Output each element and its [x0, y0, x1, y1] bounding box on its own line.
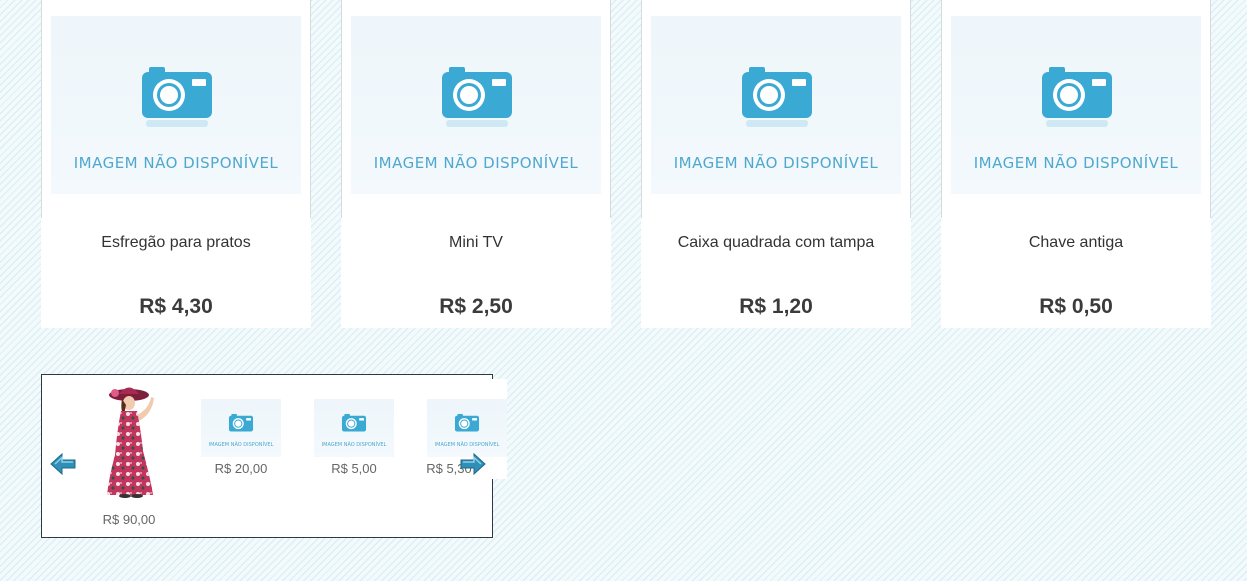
product-image[interactable]: IMAGEM NÃO DISPONÍVEL [341, 0, 611, 219]
product-price: R$ 0,50 [1039, 295, 1113, 318]
image-placeholder[interactable]: IMAGEM NÃO DISPONÍVEL [201, 399, 281, 457]
carousel-item[interactable]: IMAGEM NÃO DISPONÍVEL R$ 5,00 [314, 399, 394, 479]
product-image[interactable]: IMAGEM NÃO DISPONÍVEL [941, 0, 1211, 219]
product-name[interactable]: Mini TV [341, 234, 611, 252]
image-placeholder[interactable]: IMAGEM NÃO DISPONÍVEL [314, 399, 394, 457]
placeholder-label: IMAGEM NÃO DISPONÍVEL [973, 154, 1179, 172]
camera-icon [228, 414, 254, 432]
product-name[interactable]: Chave antiga [941, 234, 1211, 252]
product-name[interactable]: Esfregão para pratos [41, 234, 311, 252]
product-info: Chave antiga R$ 0,50 [941, 218, 1211, 328]
product-card[interactable]: IMAGEM NÃO DISPONÍVEL Esfregão para prat… [41, 0, 311, 328]
placeholder-label: IMAGEM NÃO DISPONÍVEL [673, 154, 879, 172]
carousel-price: R$ 90,00 [102, 512, 156, 527]
placeholder-label: IMAGEM NÃO DISPONÍVEL [208, 442, 274, 448]
product-name[interactable]: Caixa quadrada com tampa [641, 234, 911, 252]
camera-icon [454, 414, 480, 432]
camera-icon [1042, 67, 1112, 127]
placeholder-label: IMAGEM NÃO DISPONÍVEL [321, 442, 387, 448]
placeholder-label: IMAGEM NÃO DISPONÍVEL [434, 442, 500, 448]
image-placeholder: IMAGEM NÃO DISPONÍVEL [951, 16, 1201, 194]
doll-photo[interactable] [95, 381, 163, 499]
carousel-price: R$ 20,00 [214, 461, 268, 476]
camera-icon [742, 67, 812, 127]
product-carousel: R$ 90,00 IMAGEM NÃO DISPONÍVEL R$ 20,00 [41, 374, 507, 538]
product-price: R$ 2,50 [439, 295, 513, 318]
product-card[interactable]: IMAGEM NÃO DISPONÍVEL Caixa quadrada com… [641, 0, 911, 328]
arrow-left-icon [50, 452, 76, 476]
carousel-price: R$ 5,00 [331, 461, 377, 476]
placeholder-label: IMAGEM NÃO DISPONÍVEL [73, 154, 279, 172]
carousel-item[interactable]: R$ 90,00 [95, 381, 163, 527]
image-placeholder[interactable]: IMAGEM NÃO DISPONÍVEL [427, 399, 507, 457]
camera-icon [442, 67, 512, 127]
image-placeholder: IMAGEM NÃO DISPONÍVEL [351, 16, 601, 194]
placeholder-label: IMAGEM NÃO DISPONÍVEL [373, 154, 579, 172]
camera-icon [341, 414, 367, 432]
product-card[interactable]: IMAGEM NÃO DISPONÍVEL Chave antiga R$ 0,… [941, 0, 1211, 328]
arrow-right-icon [460, 452, 486, 476]
product-info: Esfregão para pratos R$ 4,30 [41, 218, 311, 328]
product-card[interactable]: IMAGEM NÃO DISPONÍVEL Mini TV R$ 2,50 [341, 0, 611, 328]
product-price: R$ 4,30 [139, 295, 213, 318]
product-image[interactable]: IMAGEM NÃO DISPONÍVEL [41, 0, 311, 219]
carousel-next-button[interactable] [459, 452, 487, 476]
image-placeholder: IMAGEM NÃO DISPONÍVEL [651, 16, 901, 194]
product-price: R$ 1,20 [739, 295, 813, 318]
carousel-prev-button[interactable] [49, 452, 77, 476]
product-info: Mini TV R$ 2,50 [341, 218, 611, 328]
camera-icon [142, 67, 212, 127]
image-placeholder: IMAGEM NÃO DISPONÍVEL [51, 16, 301, 194]
product-image[interactable]: IMAGEM NÃO DISPONÍVEL [641, 0, 911, 219]
product-info: Caixa quadrada com tampa R$ 1,20 [641, 218, 911, 328]
carousel-item[interactable]: IMAGEM NÃO DISPONÍVEL R$ 20,00 [201, 399, 281, 479]
